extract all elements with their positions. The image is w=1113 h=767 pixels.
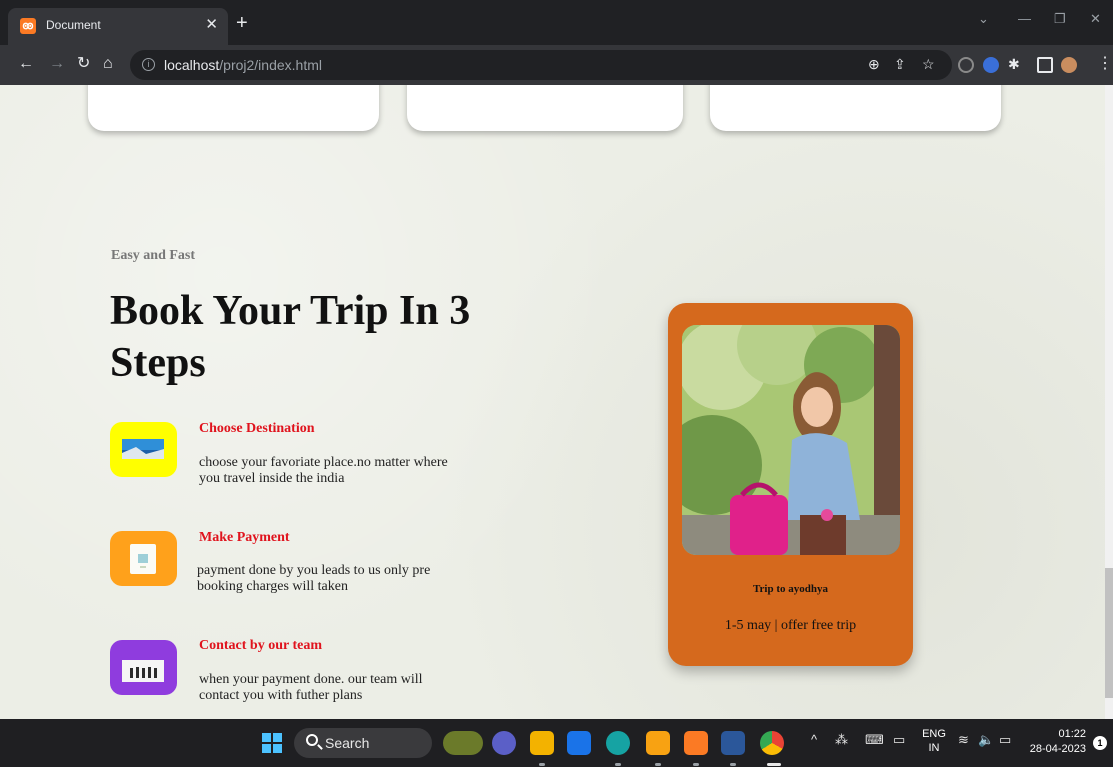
address-bar[interactable]: i localhost/proj2/index.html ⊕ ⇪ ☆ (130, 50, 952, 80)
new-tab-icon[interactable]: + (236, 13, 248, 33)
team-photo-icon (122, 660, 164, 682)
tray-app-icon[interactable]: ⁂ (835, 732, 848, 748)
tab-strip: ꙭ Document ✕ + ⌄ — ❐ ✕ (0, 0, 1113, 45)
restore-icon[interactable]: ❐ (1054, 11, 1066, 27)
chevron-up-icon[interactable]: ^ (811, 732, 817, 747)
search-label: Search (325, 735, 370, 751)
browser-toolbar: ← → ↻ ⌂ i localhost/proj2/index.html ⊕ ⇪… (0, 45, 1113, 85)
taskbar-search[interactable]: Search (294, 728, 432, 758)
page-viewport: Easy and Fast Book Your Trip In 3 Steps … (0, 85, 1113, 719)
forward-icon[interactable]: → (49, 55, 65, 73)
profile-avatar[interactable] (1061, 57, 1077, 73)
running-indicator (730, 763, 736, 766)
tab-title: Document (46, 18, 101, 32)
input-language[interactable]: ENG IN (921, 727, 947, 755)
search-icon (306, 734, 318, 746)
girl-with-bag-photo (682, 325, 900, 555)
edge-icon[interactable] (606, 731, 630, 755)
bookmark-star-icon[interactable]: ☆ (922, 56, 935, 73)
lang-code: ENG (922, 728, 946, 740)
beach-photo-icon (122, 439, 164, 459)
close-window-icon[interactable]: ✕ (1090, 11, 1101, 27)
reload-icon[interactable]: ↻ (77, 55, 90, 73)
home-icon[interactable]: ⌂ (103, 55, 113, 73)
step-title: Contact by our team (199, 638, 323, 653)
minimize-icon[interactable]: — (1018, 11, 1031, 26)
active-indicator (767, 763, 781, 766)
meet-chat-icon[interactable] (492, 731, 516, 755)
battery-icon[interactable]: ▭ (999, 732, 1011, 748)
taskbar: Search ^ ⁂ ⌨ ▭ ENG IN ≋ 🔈 ▭ 01:22 28-04-20… (0, 719, 1113, 767)
step-description: when your payment done. our team will co… (199, 672, 423, 703)
region-code: IN (928, 742, 940, 754)
chrome-icon[interactable] (760, 731, 784, 755)
tab-search-icon[interactable]: ⌄ (978, 11, 989, 27)
feature-card (407, 85, 683, 131)
payment-step-icon (110, 531, 177, 586)
windows-start-icon[interactable] (262, 733, 282, 753)
xampp-icon[interactable] (684, 731, 708, 755)
site-info-icon[interactable]: i (142, 58, 155, 71)
step-description: payment done by you leads to us only pre… (197, 563, 431, 594)
trip-card-title: Trip to ayodhya (753, 583, 828, 595)
clock-date: 28-04-2023 (1029, 743, 1086, 755)
xampp-icon: ꙭ (20, 18, 36, 34)
system-clock[interactable]: 01:22 28-04-2023 (1026, 727, 1086, 757)
volume-icon[interactable]: 🔈 (978, 732, 994, 748)
share-icon[interactable]: ⇪ (894, 56, 906, 73)
running-indicator (539, 763, 545, 766)
running-indicator (615, 763, 621, 766)
sublime-text-icon[interactable] (646, 731, 670, 755)
back-icon[interactable]: ← (18, 55, 34, 73)
wifi-icon[interactable]: ≋ (958, 732, 969, 748)
feature-card (88, 85, 379, 131)
step-description: choose your favoriate place.no matter wh… (199, 455, 448, 486)
scrollbar-track[interactable] (1105, 85, 1113, 719)
word-icon[interactable] (721, 731, 745, 755)
url-path: /proj2/index.html (219, 57, 322, 73)
tablet-mode-icon[interactable]: ▭ (893, 732, 905, 748)
feature-card (710, 85, 1001, 131)
step-title: Choose Destination (199, 421, 315, 436)
running-indicator (655, 763, 661, 766)
keyboard-icon[interactable]: ⌨ (865, 732, 884, 748)
url-text[interactable]: localhost/proj2/index.html (164, 57, 322, 73)
notification-badge[interactable]: 1 (1093, 736, 1107, 750)
step-title: Make Payment (199, 530, 290, 545)
trip-photo (682, 325, 900, 555)
destination-step-icon (110, 422, 177, 477)
side-panel-icon[interactable] (1037, 57, 1053, 73)
running-indicator (693, 763, 699, 766)
mail-icon[interactable] (567, 731, 591, 755)
trip-card[interactable]: Trip to ayodhya 1-5 may | offer free tri… (668, 303, 913, 666)
extension-icon[interactable] (983, 57, 999, 73)
close-tab-icon[interactable]: ✕ (205, 15, 218, 33)
team-step-icon (110, 640, 177, 695)
zoom-icon[interactable]: ⊕ (868, 56, 880, 73)
url-host: localhost (164, 57, 220, 73)
widgets-icon[interactable] (443, 731, 483, 755)
clock-time: 01:22 (1058, 728, 1086, 740)
extension-icon[interactable] (958, 57, 974, 73)
browser-tab[interactable]: ꙭ Document ✕ (8, 8, 228, 45)
payment-card-icon (130, 544, 156, 574)
puzzle-extensions-icon[interactable]: ✱ (1008, 55, 1020, 73)
scrollbar-thumb[interactable] (1105, 568, 1113, 698)
trip-card-text: 1-5 may | offer free trip (724, 618, 857, 633)
file-explorer-icon[interactable] (530, 731, 554, 755)
page-title: Book Your Trip In 3 Steps (110, 288, 471, 386)
section-eyebrow: Easy and Fast (111, 248, 196, 263)
menu-kebab-icon[interactable]: ⋮ (1097, 55, 1113, 73)
